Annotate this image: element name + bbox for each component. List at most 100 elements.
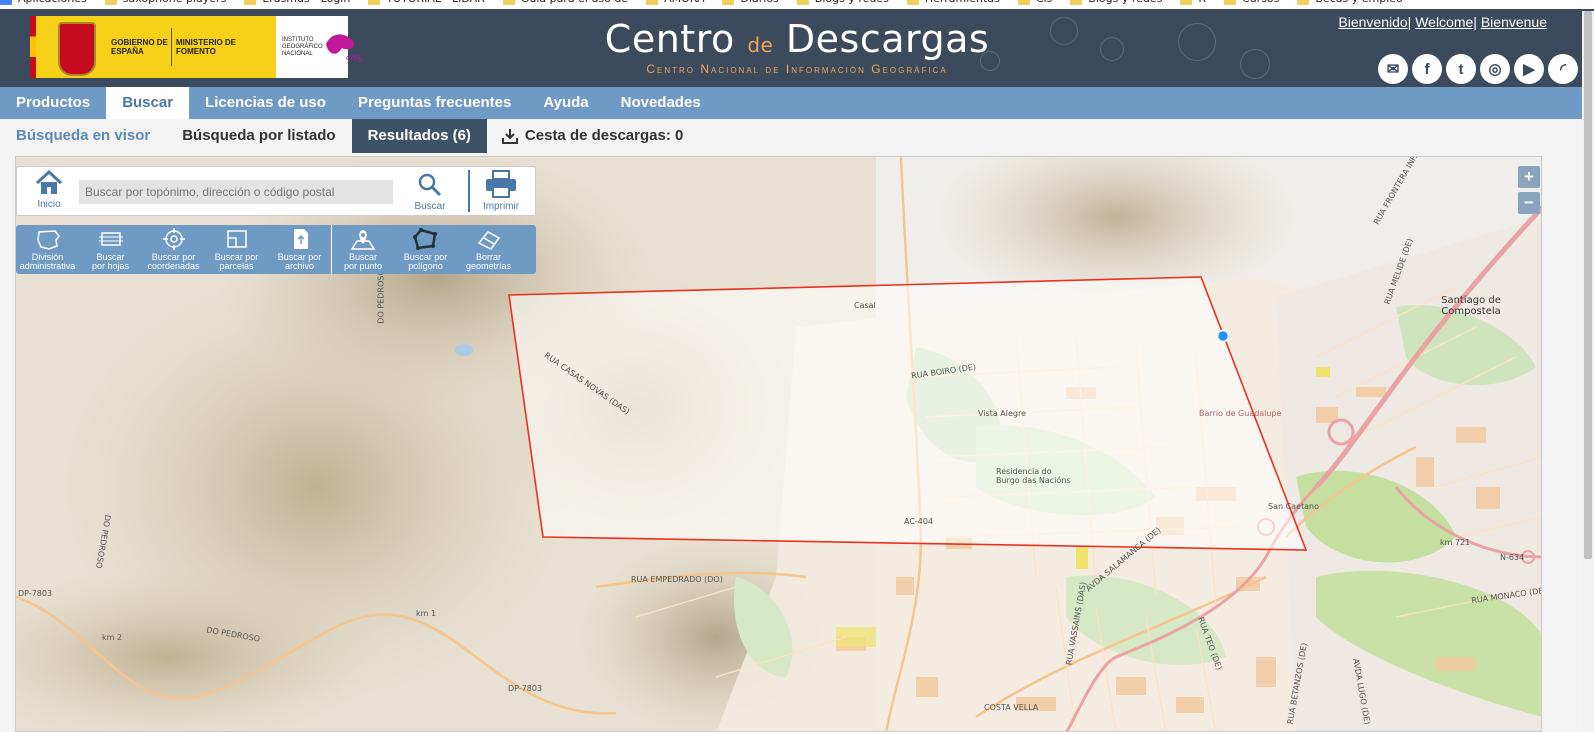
download-basket-label: Cesta de descargas: 0 [524, 127, 684, 144]
search-button-label: Buscar [414, 201, 446, 212]
language-link[interactable]: Welcome [1415, 14, 1473, 30]
bookmark-item[interactable]: Cis [1017, 0, 1052, 5]
bookmark-label: Cursos [1242, 0, 1279, 5]
search-button[interactable]: Buscar [412, 172, 448, 212]
bookmark-item[interactable]: Guía para el uso de [502, 0, 628, 5]
folder-icon [104, 0, 117, 5]
page-scrollbar[interactable] [1582, 11, 1594, 732]
bookmark-item[interactable]: TUTORIAL - LIDAR [368, 0, 485, 5]
tool-sheet-grid[interactable]: Buscar por hojas [79, 225, 142, 274]
bookmark-item[interactable]: Cursos [1224, 0, 1279, 5]
tool-label-line2: por hojas [91, 261, 130, 271]
folder-icon [1017, 0, 1030, 5]
bookmark-label: Herramientas [925, 0, 1000, 5]
download-icon [501, 129, 518, 144]
nav-ayuda[interactable]: Ayuda [527, 87, 604, 119]
nav-novedades[interactable]: Novedades [605, 87, 717, 119]
scrollbar-thumb[interactable] [1584, 11, 1592, 559]
folder-icon [906, 0, 919, 5]
tool-map-pin[interactable]: Buscar por punto [331, 225, 394, 274]
map-label-empedrado: RUA EMPEDRADO (DO) [631, 575, 723, 584]
bookmark-label: Blogs y redes [815, 0, 889, 5]
vertex-handle[interactable] [1216, 329, 1230, 343]
nav-buscar[interactable]: Buscar [106, 87, 190, 119]
eraser-icon [477, 231, 500, 250]
folder-icon [502, 0, 515, 5]
site-subtitle: Centro Nacional de Información Geográfic… [646, 62, 948, 76]
nav-preguntas-frecuentes[interactable]: Preguntas frecuentes [342, 87, 527, 119]
bookmark-item[interactable]: AMORA [646, 0, 704, 5]
map-label-dp7803: DP-7803 [18, 589, 53, 598]
tool-label-line2: administrativa [19, 261, 76, 271]
bookmark-item[interactable]: Aplicaciones [0, 0, 87, 5]
tool-eraser[interactable]: Borrar geometrías [457, 225, 520, 274]
tool-label-line2: geometrías [465, 261, 512, 271]
map-label-casal: Casal [854, 301, 876, 310]
bookmark-item[interactable]: Becas y empleo [1297, 0, 1403, 5]
map-label-km2: km 2 [102, 633, 123, 642]
selection-polygon[interactable] [508, 276, 1308, 551]
tool-polygon[interactable]: Buscar por polígono [394, 225, 457, 274]
bookmark-label: Blogs y redes [1088, 0, 1162, 5]
bookmark-item[interactable]: Herramientas [906, 0, 1000, 5]
bookmark-item[interactable]: Blogs y redes [1070, 0, 1162, 5]
nav-productos[interactable]: Productos [0, 87, 106, 119]
tool-label-line2: archivo [284, 261, 314, 271]
print-button[interactable]: Imprimir [479, 170, 523, 212]
rss-icon[interactable]: ◜ [1548, 54, 1578, 84]
map-label-vista-alegre: Vista Alegre [978, 409, 1026, 418]
file-icon [293, 229, 308, 249]
instagram-icon[interactable]: ◎ [1480, 54, 1510, 84]
home-button[interactable]: Inicio [29, 169, 69, 210]
tool-parcel[interactable]: Buscar por parcelas [205, 225, 268, 274]
home-icon [35, 169, 63, 194]
tool-crosshair[interactable]: Buscar por coordenadas [142, 225, 205, 274]
bookmarks-bar: Aplicaciones saxophone players Erasmus - L… [0, 0, 1594, 9]
print-label: Imprimir [482, 201, 520, 212]
language-link[interactable]: Bienvenue [1481, 14, 1547, 30]
folder-icon [1224, 0, 1237, 5]
map-label-san-caetano: San Caetano [1268, 502, 1320, 511]
search-input[interactable] [79, 180, 393, 204]
folder-icon [1070, 0, 1083, 5]
bookmark-item[interactable]: Diarios [722, 0, 779, 5]
twitter-icon[interactable]: t [1446, 54, 1476, 84]
tool-spain-map[interactable]: División administrativa [16, 225, 79, 274]
nav-licencias-de-uso[interactable]: Licencias de uso [189, 87, 342, 119]
bookmark-label: AMORA [664, 0, 704, 5]
zoom-out-button[interactable]: − [1518, 192, 1540, 214]
sheet-grid-icon [98, 232, 123, 246]
tool-label-line2: parcelas [219, 261, 254, 271]
zoom-in-button[interactable]: + [1518, 166, 1540, 188]
tab-busqueda-visor[interactable]: Búsqueda en visor [0, 119, 166, 153]
mail-icon[interactable]: ✉ [1378, 54, 1408, 84]
bookmark-label: Diarios [740, 0, 778, 5]
youtube-icon[interactable]: ▶ [1514, 54, 1544, 84]
map-label-costa-vella: COSTA VELLA [984, 703, 1039, 712]
map-label-residencia: Residencia do Burgo das Nacións [996, 467, 1071, 485]
language-links: Bienvenido| Welcome| Bienvenue [1338, 14, 1547, 30]
crosshair-icon [162, 228, 185, 250]
folder-icon [722, 0, 735, 5]
folder-icon [646, 0, 659, 5]
bookmark-item[interactable]: Blogs y redes [796, 0, 889, 5]
folder-icon [796, 0, 809, 5]
bookmark-label: Guía para el uso de [521, 0, 628, 5]
bookmark-item[interactable]: R [1180, 0, 1206, 5]
map-label-do-pedroso: DO PEDROSO [376, 269, 386, 324]
main-nav: Productos Buscar Licencias de uso Preguntas… [0, 87, 1594, 119]
search-icon [418, 173, 442, 197]
search-toolbar: Inicio Buscar Imprimir [16, 166, 536, 216]
tab-busqueda-listado[interactable]: Búsqueda por listado [166, 119, 351, 153]
map-label-n634: N-634 [1500, 553, 1525, 562]
download-basket-link[interactable]: Cesta de descargas: 0 [487, 119, 699, 153]
folder-icon [1180, 0, 1193, 5]
tool-file[interactable]: Buscar por archivo [268, 225, 331, 274]
bookmark-item[interactable]: Erasmus - Login [244, 0, 350, 5]
map-label-barrio: Barrio de Guadalupe [1199, 409, 1282, 418]
language-link[interactable]: Bienvenido [1338, 14, 1407, 30]
bookmark-item[interactable]: saxophone players [104, 0, 226, 5]
tab-resultados[interactable]: Resultados (6) [351, 119, 487, 153]
home-label: Inicio [37, 199, 61, 210]
facebook-icon[interactable]: f [1412, 54, 1442, 84]
